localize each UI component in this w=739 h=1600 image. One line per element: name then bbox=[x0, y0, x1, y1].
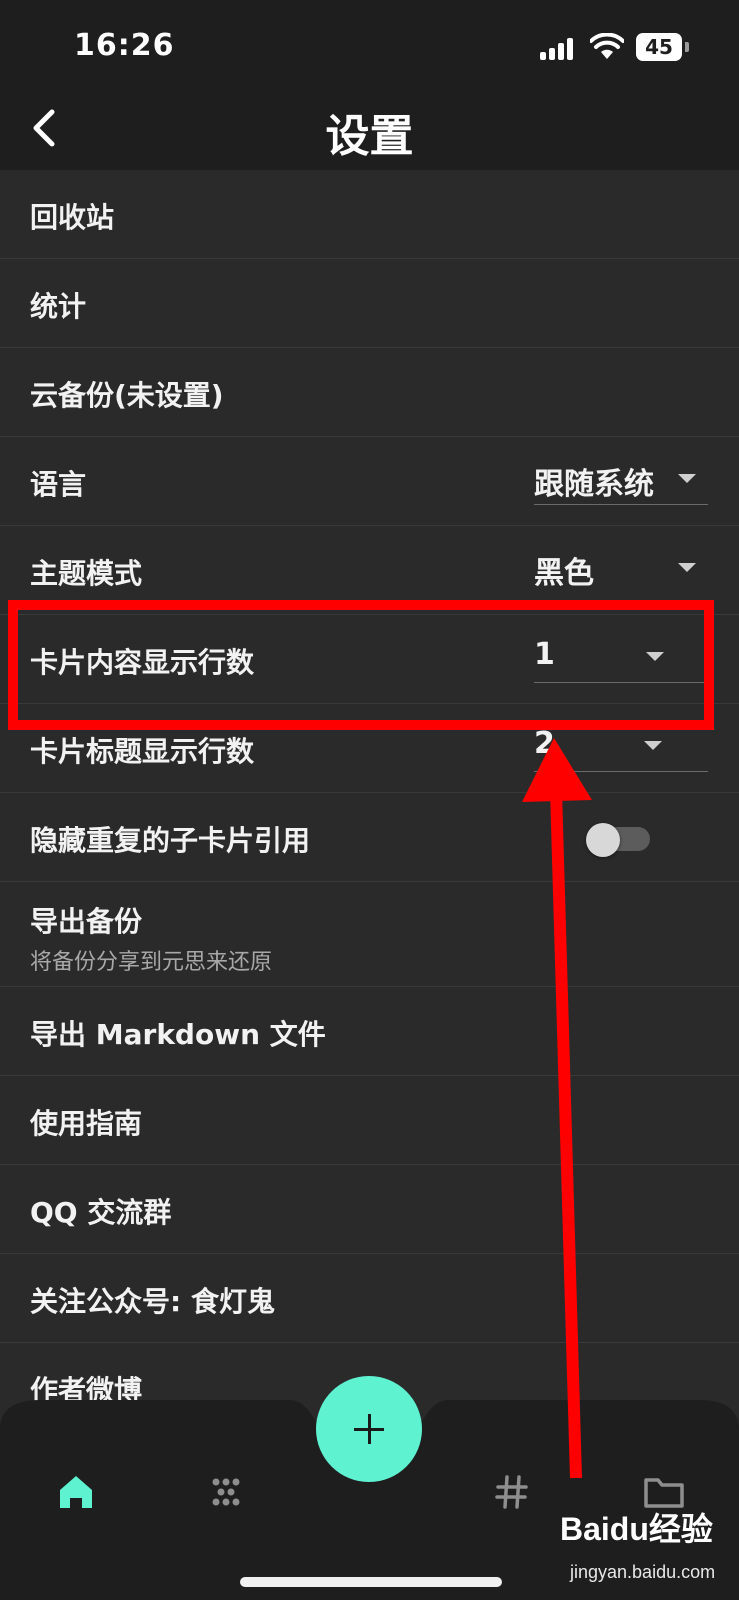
row-card-title-lines: 卡片标题显示行数 2 bbox=[0, 704, 739, 793]
caret-down-icon bbox=[678, 474, 696, 483]
row-cloud-backup[interactable]: 云备份(未设置) bbox=[0, 348, 739, 437]
row-label: 统计 bbox=[30, 290, 87, 323]
status-bar: 16:26 45 bbox=[0, 0, 739, 88]
settings-list: 回收站 统计 云备份(未设置) 语言 跟随系统 主题模式 黑色 卡片内容显示行数… bbox=[0, 170, 739, 1432]
content-lines-select[interactable]: 1 bbox=[534, 635, 704, 683]
home-indicator bbox=[240, 1577, 502, 1587]
row-statistics[interactable]: 统计 bbox=[0, 259, 739, 348]
row-language: 语言 跟随系统 bbox=[0, 437, 739, 526]
theme-select[interactable]: 黑色 bbox=[534, 546, 708, 594]
select-value: 1 bbox=[534, 637, 555, 672]
row-card-content-lines: 卡片内容显示行数 1 bbox=[0, 615, 739, 704]
row-recycle-bin[interactable]: 回收站 bbox=[0, 170, 739, 259]
row-label: 主题模式 bbox=[30, 557, 143, 590]
watermark-brand: Baidu经验 bbox=[560, 1511, 713, 1547]
wifi-icon bbox=[590, 33, 624, 59]
row-export-backup[interactable]: 导出备份 将备份分享到元思来还原 bbox=[0, 882, 739, 987]
hide-duplicate-toggle[interactable] bbox=[586, 823, 652, 857]
page-title: 设置 bbox=[325, 111, 414, 162]
row-label: 卡片内容显示行数 bbox=[30, 646, 255, 679]
title-lines-select[interactable]: 2 bbox=[534, 724, 708, 772]
watermark-site: jingyan.baidu.com bbox=[570, 1562, 716, 1582]
caret-down-icon bbox=[678, 563, 696, 572]
home-icon[interactable] bbox=[44, 1460, 108, 1524]
select-value: 黑色 bbox=[534, 556, 594, 591]
plus-icon-bar bbox=[368, 1414, 371, 1444]
status-time: 16:26 bbox=[74, 28, 175, 63]
toggle-knob bbox=[586, 823, 620, 857]
caret-down-icon bbox=[646, 652, 664, 661]
watermark-logo: Baidu经验 jingyan.baidu.com bbox=[560, 1504, 732, 1588]
row-official-account[interactable]: 关注公众号: 食灯鬼 bbox=[0, 1254, 739, 1343]
row-sublabel: 将备份分享到元思来还原 bbox=[30, 950, 273, 975]
row-label: 导出 Markdown 文件 bbox=[30, 1018, 326, 1051]
row-label: 关注公众号: 食灯鬼 bbox=[30, 1285, 275, 1318]
row-label: QQ 交流群 bbox=[30, 1196, 172, 1229]
battery-icon: 45 bbox=[636, 33, 689, 61]
row-qq-group[interactable]: QQ 交流群 bbox=[0, 1165, 739, 1254]
row-label: 导出备份 bbox=[30, 905, 143, 938]
cellular-signal-icon bbox=[540, 36, 580, 60]
select-value: 2 bbox=[534, 726, 555, 761]
row-label: 隐藏重复的子卡片引用 bbox=[30, 824, 311, 857]
language-select[interactable]: 跟随系统 bbox=[534, 457, 708, 505]
row-label: 云备份(未设置) bbox=[30, 379, 224, 412]
row-theme-mode: 主题模式 黑色 bbox=[0, 526, 739, 615]
row-label: 回收站 bbox=[30, 201, 115, 234]
row-user-guide[interactable]: 使用指南 bbox=[0, 1076, 739, 1165]
row-label: 使用指南 bbox=[30, 1107, 143, 1140]
row-label: 卡片标题显示行数 bbox=[30, 735, 255, 768]
row-export-markdown[interactable]: 导出 Markdown 文件 bbox=[0, 987, 739, 1076]
row-label: 语言 bbox=[30, 468, 87, 501]
row-hide-duplicate-refs: 隐藏重复的子卡片引用 bbox=[0, 793, 739, 882]
add-button[interactable] bbox=[316, 1376, 422, 1482]
select-value: 跟随系统 bbox=[534, 467, 654, 502]
caret-down-icon bbox=[644, 741, 662, 750]
header: 设置 bbox=[0, 88, 739, 170]
hashtag-icon[interactable] bbox=[480, 1460, 544, 1524]
grid-dots-icon[interactable] bbox=[194, 1460, 258, 1524]
